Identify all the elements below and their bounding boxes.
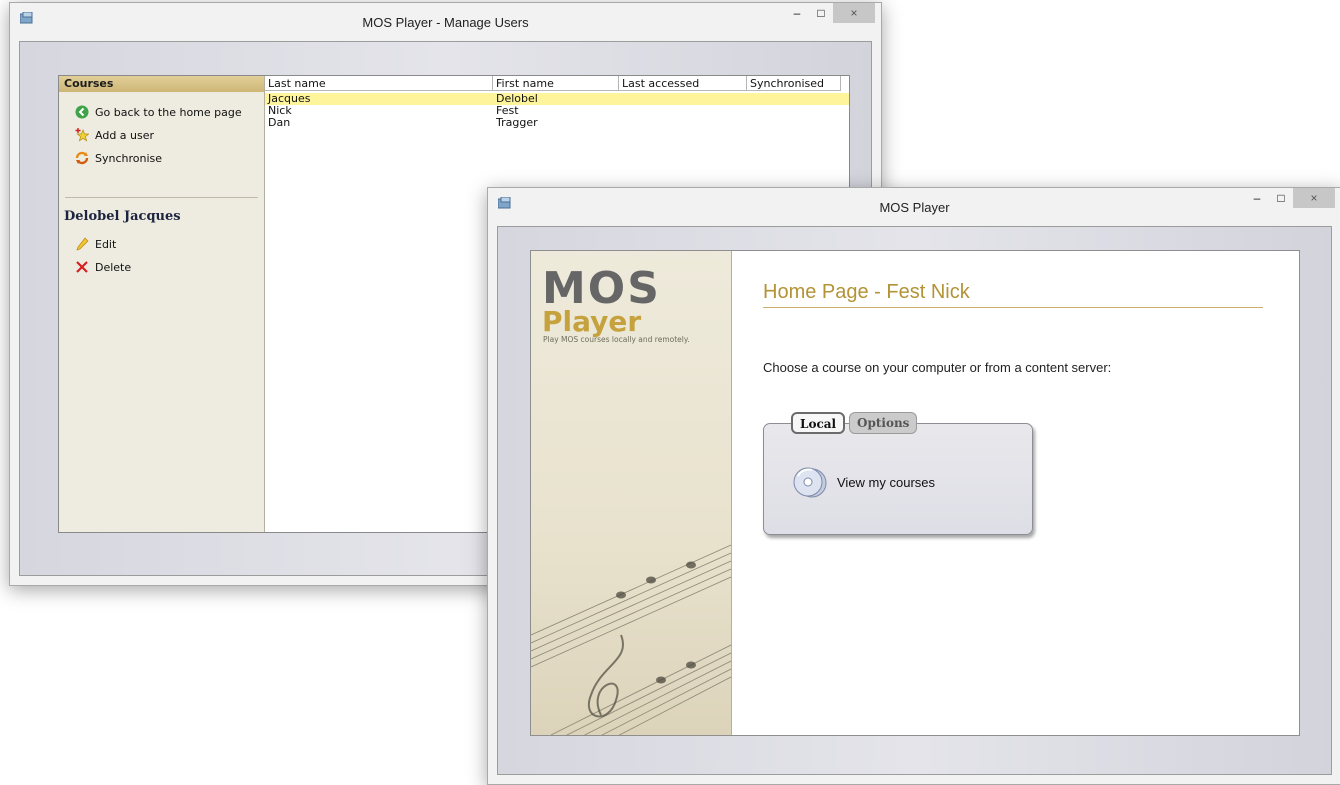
- edit-link[interactable]: Edit: [75, 237, 116, 251]
- tab-local[interactable]: Local: [791, 412, 846, 434]
- maximize-button[interactable]: □: [809, 3, 833, 23]
- column-header-last-name[interactable]: Last name: [265, 76, 493, 91]
- sidebar: Courses Go back to the home page Add a u…: [59, 76, 265, 532]
- table-row[interactable]: Jacques Delobel: [265, 93, 849, 105]
- window-controls: – □ ×: [1245, 188, 1335, 210]
- arrow-left-icon: [75, 105, 89, 119]
- column-header-first-name[interactable]: First name: [493, 76, 619, 91]
- window-title: MOS Player - Manage Users: [362, 14, 529, 30]
- disc-icon: [793, 467, 827, 498]
- delete-link-label: Delete: [95, 260, 132, 274]
- music-staff-decoration: [531, 544, 731, 735]
- window-title: MOS Player: [879, 199, 950, 215]
- add-user-icon: [75, 128, 89, 142]
- delete-icon: [76, 261, 88, 273]
- home-link[interactable]: Go back to the home page: [75, 105, 242, 119]
- logo-player-text: Player: [542, 305, 642, 338]
- edit-link-label: Edit: [95, 237, 117, 251]
- tab-options[interactable]: Options: [849, 412, 918, 434]
- app-icon: [20, 12, 33, 24]
- synchronise-link-label: Synchronise: [95, 151, 163, 165]
- column-header-last-accessed[interactable]: Last accessed: [619, 76, 747, 91]
- minimize-button[interactable]: –: [785, 3, 809, 23]
- cell-last-name: Dan: [268, 116, 291, 129]
- sidebar-divider: [65, 197, 258, 198]
- brand-sidebar: MOS Player Play MOS courses locally and …: [531, 251, 732, 735]
- view-my-courses-label: View my courses: [837, 474, 936, 490]
- manage-users-titlebar[interactable]: MOS Player - Manage Users – □ ×: [10, 3, 881, 41]
- maximize-button[interactable]: □: [1269, 188, 1293, 208]
- app-icon: [498, 197, 511, 209]
- add-user-link-label: Add a user: [95, 128, 155, 142]
- view-my-courses-link[interactable]: View my courses: [792, 464, 935, 500]
- selected-user-title: Delobel Jacques: [64, 209, 181, 224]
- pencil-icon: [76, 237, 89, 251]
- minimize-button[interactable]: –: [1245, 188, 1269, 208]
- table-row[interactable]: Nick Fest: [265, 105, 849, 117]
- window-controls: – □ ×: [785, 3, 875, 25]
- home-window: MOS Player – □ × MOS Player Play MOS cou…: [487, 187, 1340, 785]
- home-titlebar[interactable]: MOS Player – □ ×: [488, 188, 1340, 226]
- page-title: Home Page - Fest Nick: [763, 281, 1263, 308]
- sidebar-header: Courses: [59, 76, 264, 92]
- close-button[interactable]: ×: [1293, 188, 1335, 208]
- sync-icon: [75, 151, 89, 165]
- column-header-synchronised[interactable]: Synchronised: [747, 76, 841, 91]
- table-row[interactable]: Dan Tragger: [265, 117, 849, 129]
- course-source-tabs: Local Options View my courses: [763, 412, 1033, 535]
- close-button[interactable]: ×: [833, 3, 875, 23]
- home-panel: MOS Player Play MOS courses locally and …: [530, 250, 1300, 736]
- window-client: MOS Player Play MOS courses locally and …: [497, 226, 1332, 775]
- add-user-link[interactable]: Add a user: [75, 128, 154, 142]
- cell-first-name: Tragger: [496, 116, 538, 129]
- synchronise-link[interactable]: Synchronise: [75, 151, 162, 165]
- home-link-label: Go back to the home page: [95, 105, 242, 119]
- course-prompt: Choose a course on your computer or from…: [763, 360, 1112, 375]
- logo-tagline: Play MOS courses locally and remotely.: [543, 335, 690, 344]
- delete-link[interactable]: Delete: [75, 260, 131, 274]
